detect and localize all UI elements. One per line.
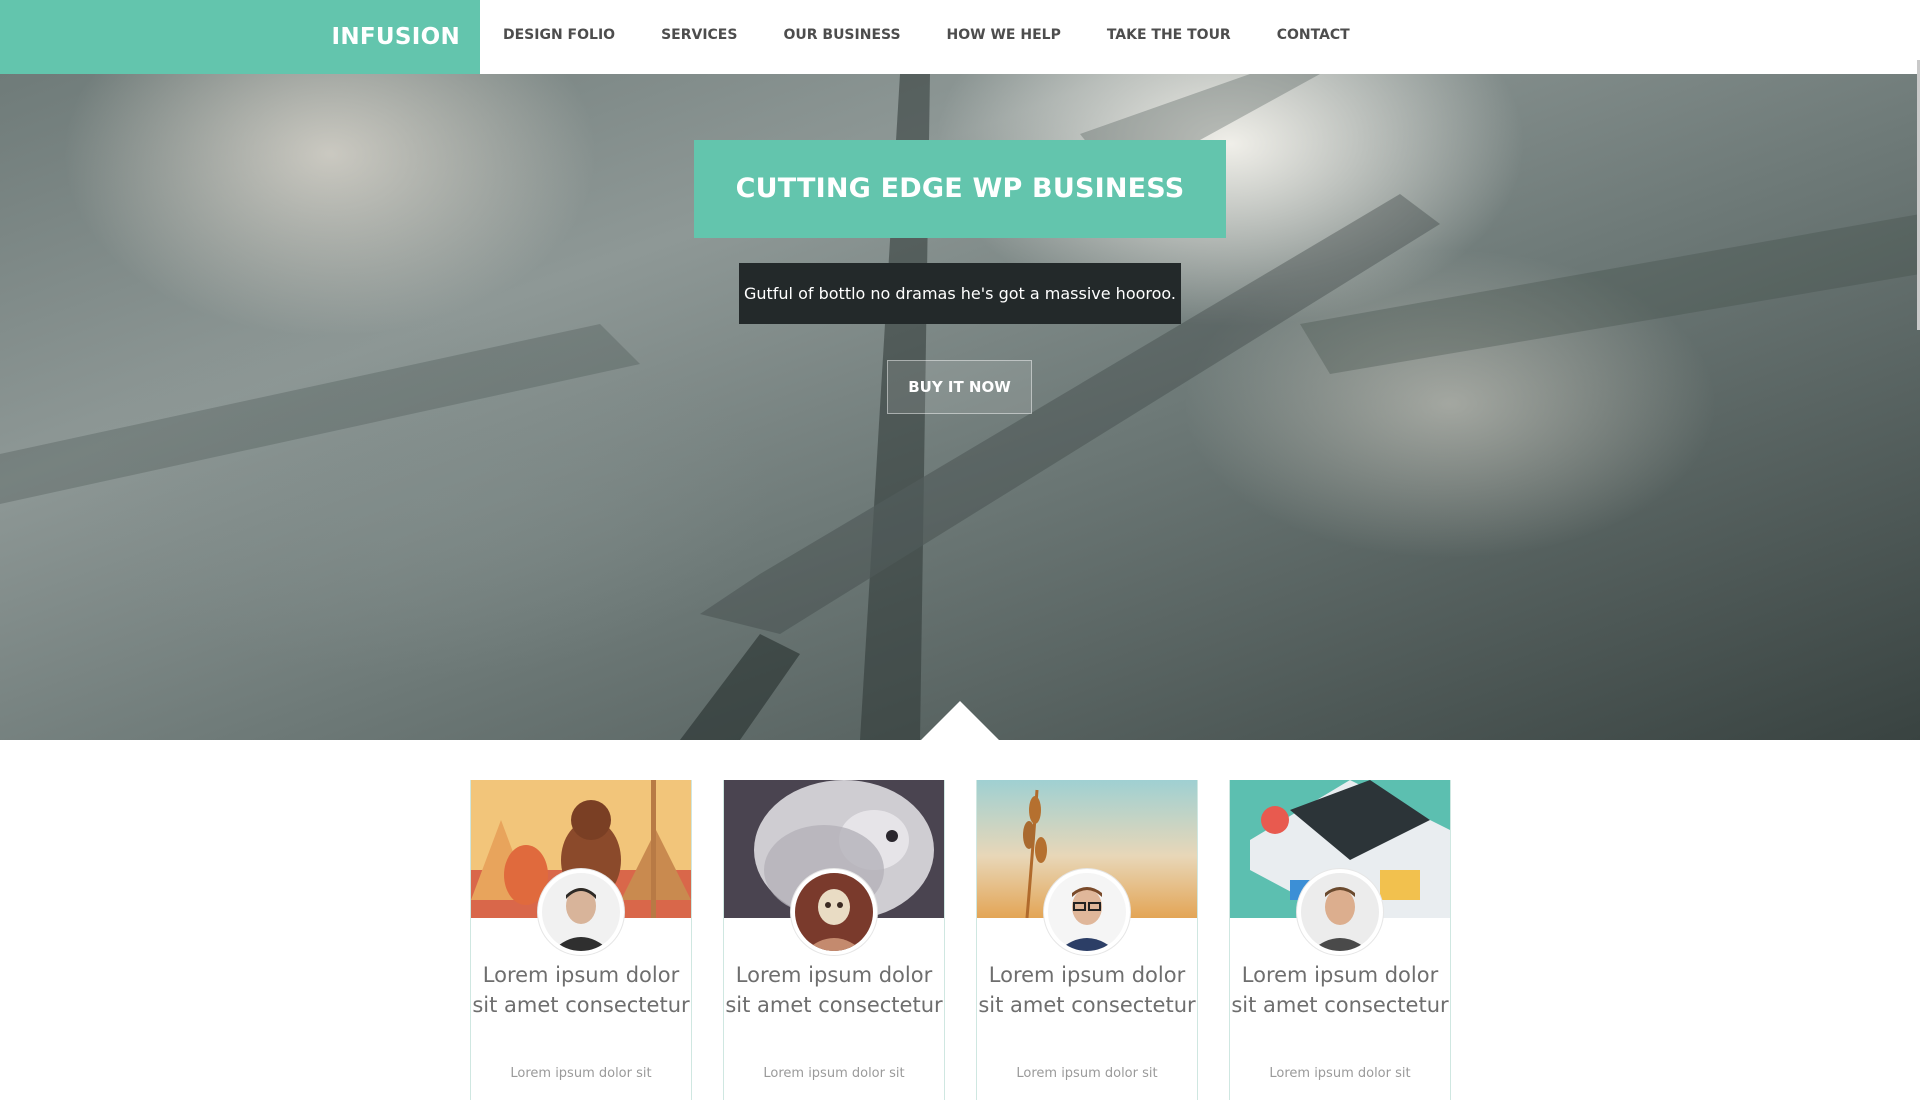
buy-it-now-button[interactable]: BUY IT NOW <box>887 360 1032 414</box>
nav-item-our-business[interactable]: OUR BUSINESS <box>760 0 923 70</box>
card-text: Lorem ipsum dolor sit <box>510 1066 652 1081</box>
avatar <box>1044 869 1130 955</box>
avatar <box>538 869 624 955</box>
hero-title: CUTTING EDGE WP BUSINESS THEME <box>694 140 1226 302</box>
team-card[interactable]: Lorem ipsum dolor sit amet consectetur L… <box>723 780 945 1100</box>
nav-item-take-the-tour[interactable]: TAKE THE TOUR <box>1084 0 1254 70</box>
card-text: Lorem ipsum dolor sit <box>763 1066 905 1081</box>
nav-item-design-folio[interactable]: DESIGN FOLIO <box>480 0 638 70</box>
hero-notch-pointer <box>920 701 1000 741</box>
avatar <box>791 869 877 955</box>
main-menu: DESIGN FOLIO SERVICES OUR BUSINESS HOW W… <box>480 0 1373 70</box>
team-card[interactable]: Lorem ipsum dolor sit amet consectetur L… <box>1229 780 1451 1100</box>
card-text: Lorem ipsum dolor sit <box>1269 1066 1411 1081</box>
team-card[interactable]: Lorem ipsum dolor sit amet consectetur L… <box>470 780 692 1100</box>
card-title: Lorem ipsum dolor sit amet consectetur <box>978 963 1196 1017</box>
nav-item-services[interactable]: SERVICES <box>638 0 760 70</box>
hero-banner: CUTTING EDGE WP BUSINESS THEME Gutful of… <box>0 74 1920 740</box>
brand-logo[interactable]: INFUSION <box>0 0 480 74</box>
card-title: Lorem ipsum dolor sit amet consectetur <box>1231 963 1449 1017</box>
nav-item-contact[interactable]: CONTACT <box>1254 0 1373 70</box>
team-card[interactable]: Lorem ipsum dolor sit amet consectetur L… <box>976 780 1198 1100</box>
card-title: Lorem ipsum dolor sit amet consectetur <box>725 963 943 1017</box>
top-navbar: INFUSION DESIGN FOLIO SERVICES OUR BUSIN… <box>0 0 1920 74</box>
nav-item-how-we-help[interactable]: HOW WE HELP <box>924 0 1084 70</box>
card-text: Lorem ipsum dolor sit <box>1016 1066 1158 1081</box>
hero-subtitle: Gutful of bottlo no dramas he's got a ma… <box>739 263 1181 324</box>
avatar <box>1297 869 1383 955</box>
team-cards: Lorem ipsum dolor sit amet consectetur L… <box>470 780 1451 1100</box>
card-title: Lorem ipsum dolor sit amet consectetur <box>472 963 690 1017</box>
